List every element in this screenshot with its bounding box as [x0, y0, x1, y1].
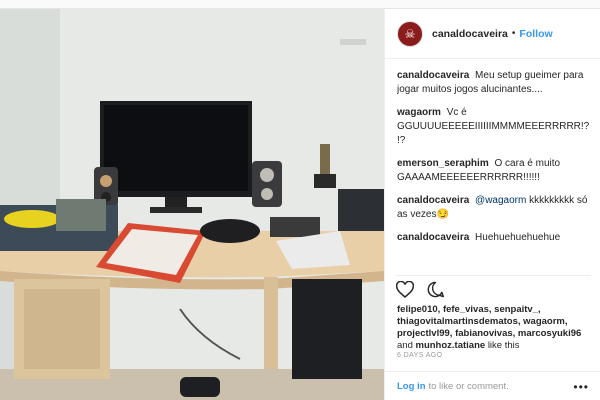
login-link[interactable]: Log in — [397, 381, 426, 392]
comment-username[interactable]: canaldocaveira — [397, 70, 469, 81]
header-username[interactable]: canaldocaveira — [432, 28, 508, 40]
skull-avatar-icon: ☠ — [404, 26, 416, 41]
comment-icon[interactable] — [425, 280, 445, 300]
avatar[interactable]: ☠ — [397, 20, 423, 47]
comment-list[interactable]: canaldocaveira Meu setup gueimer para jo… — [397, 69, 592, 267]
instagram-post: ☠ canaldocaveira • Follow canaldocaveira… — [0, 8, 600, 400]
separator-dot: • — [511, 28, 516, 39]
post-sidebar: ☠ canaldocaveira • Follow canaldocaveira… — [384, 9, 600, 400]
more-icon[interactable]: ••• — [573, 380, 589, 394]
likers-list[interactable]: felipe010, fefe_vivas, senpaitv_, thiago… — [397, 304, 581, 339]
caption: canaldocaveira Meu setup gueimer para jo… — [397, 69, 592, 97]
action-bar — [395, 275, 591, 299]
heart-icon[interactable] — [395, 280, 415, 300]
comment-username[interactable]: canaldocaveira — [397, 195, 469, 206]
comment: emerson_seraphim O cara é muito GAAAAMEE… — [397, 157, 592, 185]
comment-username[interactable]: wagaorm — [397, 107, 441, 118]
comment-username[interactable]: canaldocaveira — [397, 232, 469, 243]
comment-text: Huehuehuehuehue — [475, 232, 561, 243]
comment-mention[interactable]: @wagaorm — [475, 195, 526, 206]
liker-last[interactable]: munhoz.tatiane — [416, 340, 486, 351]
timestamp[interactable]: 6 DAYS AGO — [397, 352, 443, 359]
comment: canaldocaveira @wagaorm kkkkkkkkk só as … — [397, 194, 592, 222]
login-footer: Log in to like or comment. ••• — [385, 371, 600, 400]
likes-and: and — [397, 340, 413, 351]
desk-setup-image — [0, 9, 384, 400]
likes-tail: like this — [487, 340, 520, 351]
post-photo[interactable] — [0, 9, 384, 400]
comment: wagaorm Vc é GGUUUUEEEEEIIIIIIMMMMEEERRR… — [397, 106, 592, 148]
comment-username[interactable]: emerson_seraphim — [397, 158, 489, 169]
login-prompt-text: to like or comment. — [428, 381, 509, 392]
follow-button[interactable]: Follow — [519, 28, 552, 40]
post-header: ☠ canaldocaveira • Follow — [385, 9, 600, 59]
comment: canaldocaveira Huehuehuehuehue — [397, 231, 592, 245]
likes-text: felipe010, fefe_vivas, senpaitv_, thiago… — [397, 304, 590, 352]
